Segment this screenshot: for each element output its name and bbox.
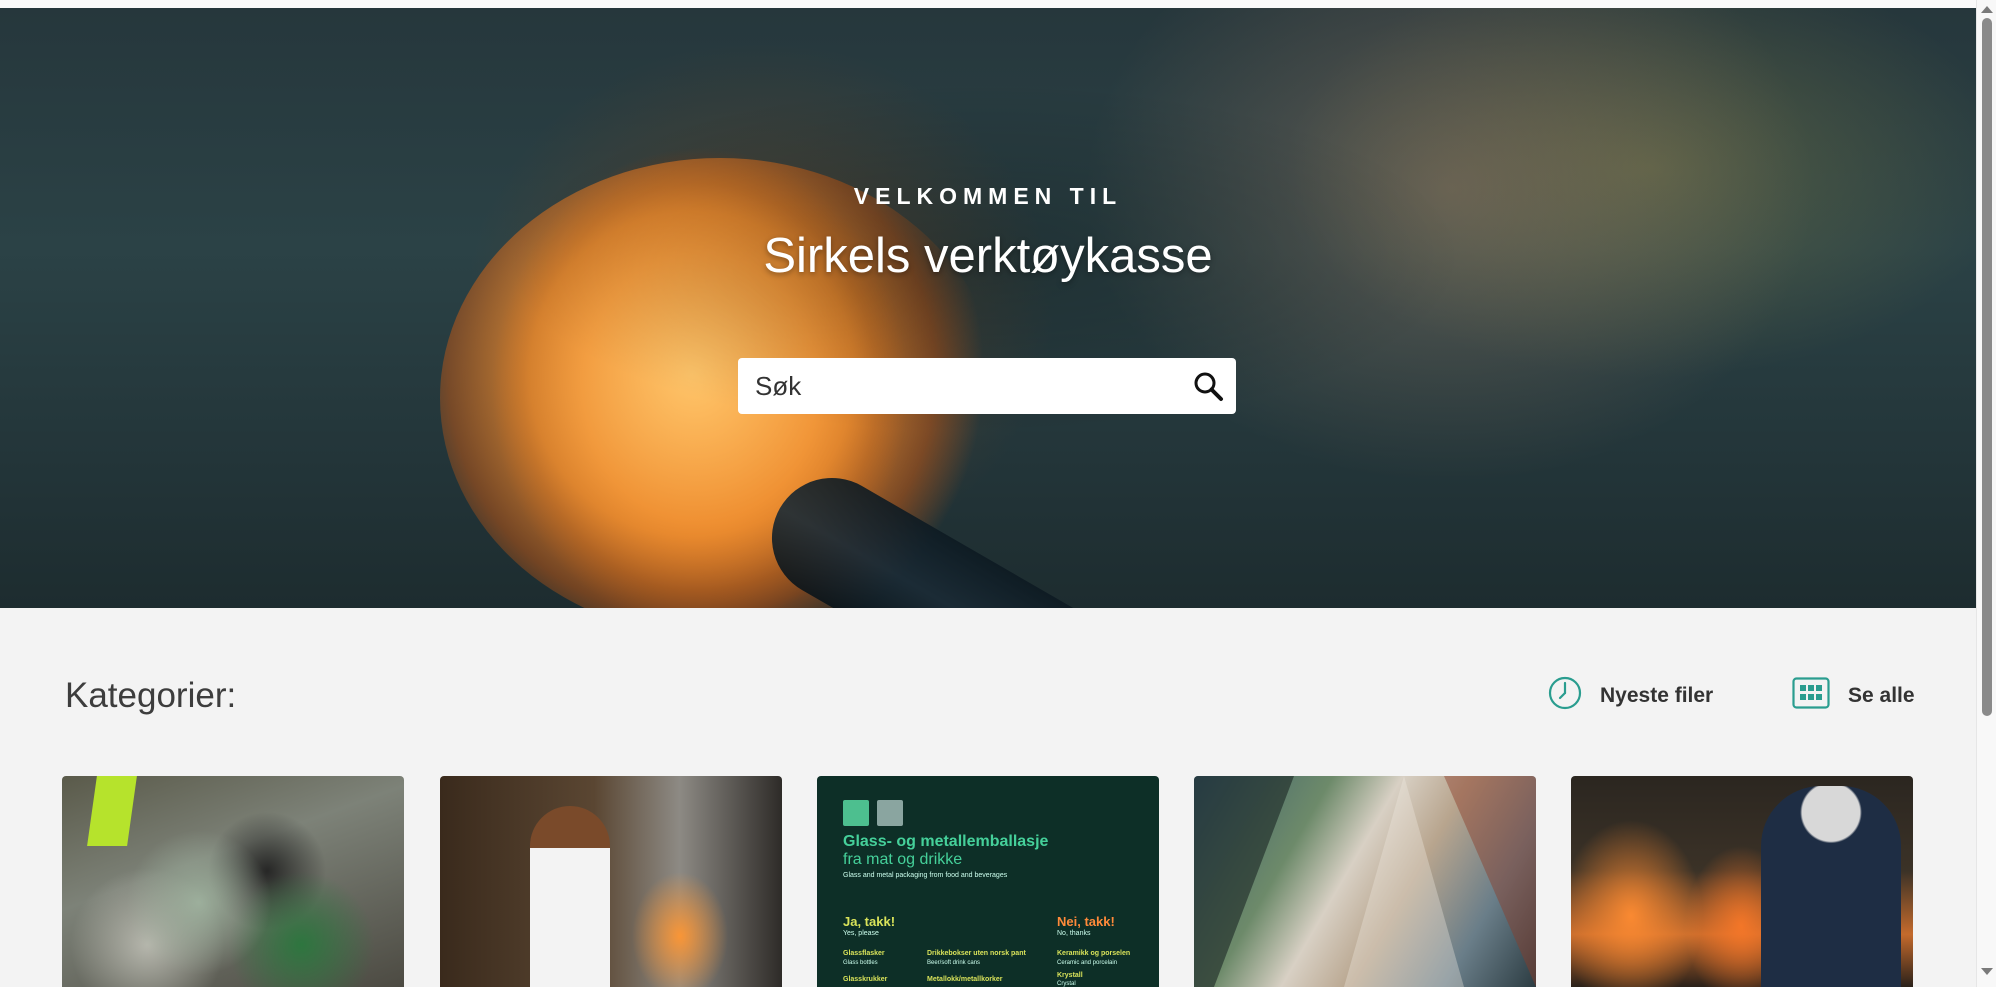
can-icon [877, 800, 903, 826]
newest-files-label: Nyeste filer [1600, 684, 1714, 707]
category-card-factory[interactable] [1571, 776, 1913, 987]
clock-icon [1548, 676, 1582, 716]
packaging-item-sub: Beer/soft drink cans [927, 960, 981, 966]
worker-vest [87, 776, 137, 846]
categories-heading: Kategorier: [65, 676, 237, 715]
search-bar [738, 358, 1236, 414]
packaging-item: Metallokk/metallkorker [927, 976, 1003, 983]
hero-title: Sirkels verktøykasse [763, 229, 1213, 283]
scroll-down-arrow-icon[interactable] [1981, 968, 1993, 975]
category-card-glass-sorting[interactable] [62, 776, 404, 987]
packaging-yes: Ja, takk! [843, 914, 896, 929]
category-card-glassblower[interactable] [440, 776, 782, 987]
page-top-strip [0, 0, 1976, 8]
packaging-no: Nei, takk! [1057, 914, 1115, 929]
packaging-title-line2: fra mat og drikke [843, 851, 963, 868]
see-all-label: Se alle [1848, 684, 1915, 707]
vertical-scrollbar[interactable] [1976, 0, 1996, 987]
grid-icon [1792, 677, 1830, 715]
packaging-no-sub: No, thanks [1057, 930, 1091, 937]
hero-banner: VELKOMMEN TIL Sirkels verktøykasse [0, 8, 1976, 608]
packaging-item: Keramikk og porselen [1057, 950, 1131, 957]
packaging-item-sub: Glass bottles [843, 960, 878, 966]
packaging-icons [843, 800, 903, 826]
factory-worker-figure [1761, 786, 1901, 987]
collage-shape [1194, 776, 1294, 987]
see-all-link[interactable]: Se alle [1792, 676, 1915, 716]
category-card-packaging[interactable]: Glass- og metallemballasje fra mat og dr… [817, 776, 1159, 987]
scroll-thumb[interactable] [1982, 18, 1992, 716]
packaging-item: Glassflasker [843, 950, 885, 957]
bottle-icon [843, 800, 869, 826]
collage-shape [1444, 776, 1536, 987]
category-card-people-collage[interactable] [1194, 776, 1536, 987]
packaging-subtitle: Glass and metal packaging from food and … [843, 872, 1008, 879]
newest-files-link[interactable]: Nyeste filer [1548, 676, 1713, 716]
hero-shade [0, 8, 1976, 608]
packaging-yes-sub: Yes, please [843, 930, 879, 937]
glassblower-figure [530, 806, 610, 987]
scroll-up-arrow-icon[interactable] [1981, 6, 1993, 13]
search-icon[interactable] [1180, 358, 1236, 414]
packaging-item: Krystall [1057, 972, 1083, 979]
collage-shape [1344, 776, 1464, 987]
packaging-item-sub: Crystal [1057, 981, 1076, 987]
packaging-item: Drikkebokser uten norsk pant [927, 950, 1026, 957]
search-input[interactable] [738, 359, 1180, 413]
packaging-item-sub: Ceramic and porcelain [1057, 960, 1118, 966]
packaging-item: Glasskrukker [843, 976, 888, 983]
hero-eyebrow: VELKOMMEN TIL [853, 183, 1123, 209]
packaging-title: Glass- og metallemballasje [843, 833, 1049, 850]
